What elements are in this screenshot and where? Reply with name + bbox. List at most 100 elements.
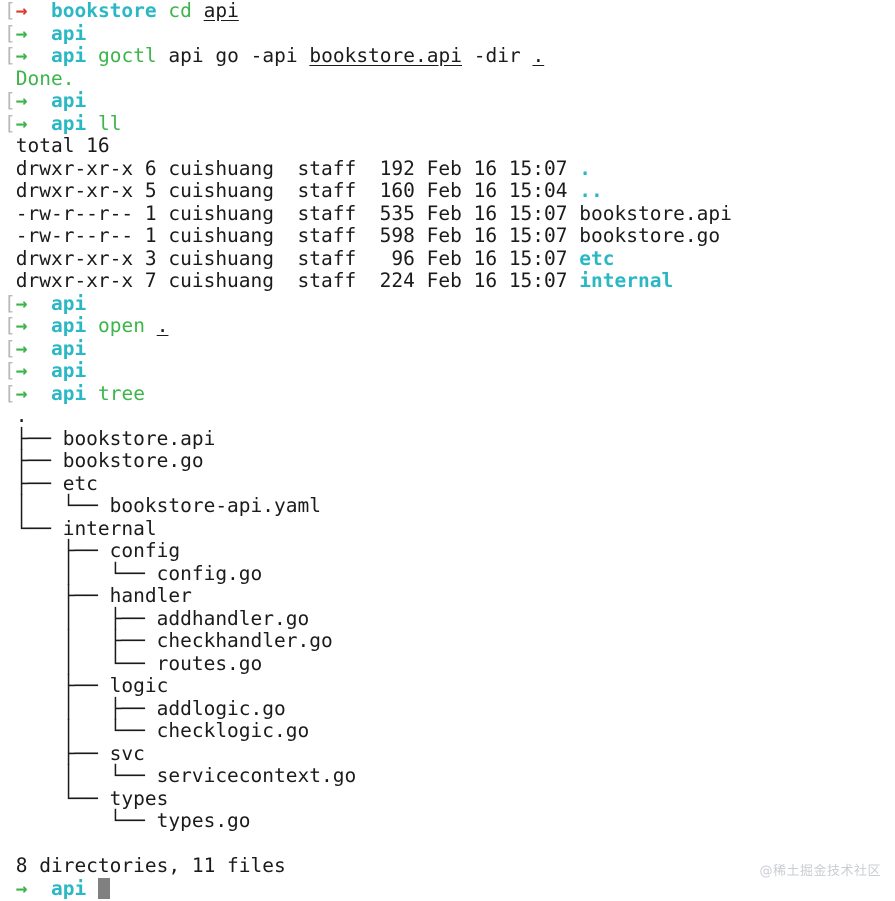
tree-line: │ └── servicecontext.go [4,764,895,788]
tree-line: ├── logic [4,674,895,698]
prompt-arrow-ok-icon: → [15,21,28,45]
tree-line: └── internal [4,516,895,541]
prompt-bracket: [ [4,0,16,22]
tree-text: │ └── bookstore-api.yaml [4,494,321,517]
prompt-arrow-ok-icon: → [15,44,28,67]
output-text: 8 directories, 11 files [4,854,286,877]
command-arg: . [156,314,169,337]
prompt-line: [→ api goctl api go -api bookstore.api -… [4,44,895,68]
command-arg: go [215,44,239,67]
prompt-bracket: [ [4,111,16,135]
prompt-cwd: api [50,44,87,67]
blank [4,832,16,855]
tree-line: └── types [4,787,895,811]
tree-text: ├── bookstore.go [4,449,204,472]
tree-text: │ └── servicecontext.go [4,764,357,787]
prompt-gap [28,0,51,22]
output-text: total 16 [4,134,110,157]
prompt-cwd: api [50,89,87,112]
terminal-window[interactable]: [→ bookstore cd api [→ api [→ api goctl ap… [0,0,895,901]
file-listing-row: -rw-r--r-- 1 cuishuang staff 598 Feb 16 … [4,224,895,248]
prompt-arrow-ok-icon: → [15,89,28,112]
prompt-gap [28,337,51,360]
prompt-gap [28,877,51,900]
tree-line: │ └── config.go [4,562,895,586]
text-cursor[interactable] [97,877,110,899]
prompt-arrow-ok-icon: → [15,291,28,315]
tree-text: │ ├── checkhandler.go [4,629,333,652]
tree-text: │ └── routes.go [4,651,263,675]
prompt-line: [→ api [4,359,895,383]
prompt-arrow-ok-icon: → [15,359,28,382]
directory-name: internal [579,269,674,292]
prompt-gap [28,89,51,112]
tree-line: ├── config [4,539,895,563]
prompt-line: [→ api open . [4,314,895,338]
file-name: bookstore.api [579,201,732,225]
prompt-cwd: api [50,336,87,360]
tree-text: . [4,404,28,427]
tree-text: ├── svc [4,741,145,765]
prompt-bracket: [ [4,336,16,360]
output-line-success: Done. [4,66,895,91]
tree-line: ├── bookstore.api [4,426,895,451]
file-listing-row: drwxr-xr-x 6 cuishuang staff 192 Feb 16 … [4,156,895,181]
prompt-line: [→ api ll [4,111,895,136]
output-text: Done. [4,66,75,90]
file-meta: drwxr-xr-x 7 cuishuang staff 224 Feb 16 … [4,269,580,292]
prompt-line: [→ bookstore cd api [4,0,895,23]
prompt-gap [28,382,51,405]
watermark: @稀土掘金技术社区 [759,864,881,879]
file-meta: drwxr-xr-x 6 cuishuang staff 192 Feb 16 … [4,156,580,180]
prompt-gap [28,314,51,337]
tree-line: ├── etc [4,471,895,496]
tree-text: ├── bookstore.api [4,426,216,450]
file-listing-row: drwxr-xr-x 7 cuishuang staff 224 Feb 16 … [4,269,895,293]
prompt-spacer [4,877,16,900]
blank-line [4,833,895,856]
terminal-output-area[interactable]: [→ bookstore cd api [→ api [→ api goctl ap… [4,0,895,900]
prompt-gap [28,359,51,382]
file-meta: -rw-r--r-- 1 cuishuang staff 598 Feb 16 … [4,224,580,247]
tree-text: └── internal [4,516,157,540]
output-line: total 16 [4,134,895,158]
file-meta: drwxr-xr-x 5 cuishuang staff 160 Feb 16 … [4,179,580,202]
prompt-line: [→ api [4,89,895,113]
prompt-arrow-error-icon: → [15,0,28,22]
prompt-bracket: [ [4,291,16,315]
prompt-line: → api [4,877,895,901]
tree-text: ├── etc [4,471,98,495]
file-listing-row: -rw-r--r-- 1 cuishuang staff 535 Feb 16 … [4,201,895,226]
prompt-gap [28,112,51,135]
tree-line: └── types.go [4,809,895,833]
tree-text: └── types.go [4,809,251,832]
tree-text: ├── config [4,539,181,562]
tree-line: ├── svc [4,741,895,766]
tree-line: │ └── routes.go [4,651,895,676]
tree-line: │ ├── addlogic.go [4,697,895,721]
command-arg: api [203,0,239,22]
tree-text: │ └── checklogic.go [4,719,310,742]
command-name: open [97,314,145,337]
command-arg: -dir [473,44,521,67]
file-listing-row: drwxr-xr-x 5 cuishuang staff 160 Feb 16 … [4,179,895,203]
tree-line: ├── handler [4,584,895,608]
prompt-arrow-ok-icon: → [15,314,28,337]
command-arg: bookstore.api [309,44,462,67]
command-name: tree [97,381,145,405]
tree-text: ├── handler [4,584,192,607]
prompt-bracket: [ [4,21,16,45]
directory-name: .. [579,179,603,202]
prompt-line: [→ api [4,21,895,46]
prompt-gap [28,22,51,45]
tree-line: . [4,404,895,428]
tree-line: │ └── bookstore-api.yaml [4,494,895,518]
